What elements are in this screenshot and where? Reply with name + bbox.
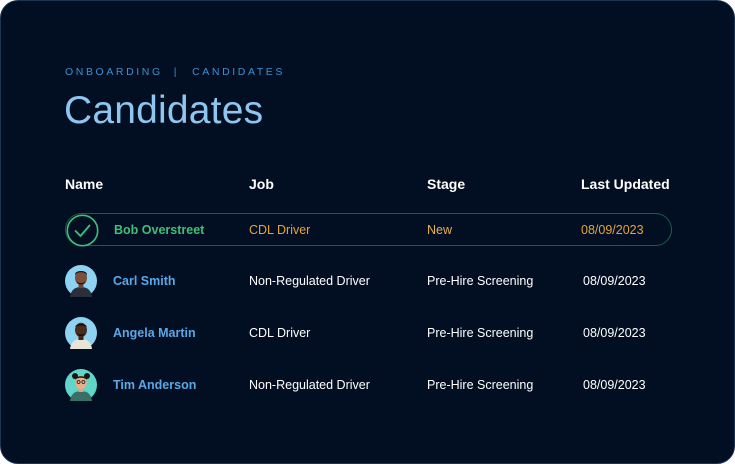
candidate-stage: New [427, 222, 453, 237]
candidate-last-updated: 08/09/2023 [583, 326, 646, 340]
check-circle-icon [66, 214, 99, 247]
breadcrumb-candidates[interactable]: CANDIDATES [192, 66, 285, 78]
candidate-name[interactable]: Angela Martin [113, 316, 196, 350]
candidate-job: Non-Regulated Driver [249, 274, 370, 288]
breadcrumb-onboarding[interactable]: ONBOARDING [65, 66, 163, 78]
candidates-panel: ONBOARDING | CANDIDATES Candidates Name … [0, 0, 735, 464]
table-row[interactable]: Angela Martin CDL Driver Pre-Hire Screen… [65, 316, 672, 350]
table-row[interactable]: Carl Smith Non-Regulated Driver Pre-Hire… [65, 264, 672, 298]
column-header-stage[interactable]: Stage [427, 176, 465, 192]
column-header-name[interactable]: Name [65, 176, 103, 192]
candidate-job: Non-Regulated Driver [249, 378, 370, 392]
column-header-last-updated[interactable]: Last Updated [581, 176, 670, 192]
breadcrumb: ONBOARDING | CANDIDATES [65, 66, 285, 78]
avatar [65, 369, 97, 401]
avatar [65, 265, 97, 297]
page-title: Candidates [64, 89, 264, 132]
avatar [65, 317, 97, 349]
candidate-last-updated: 08/09/2023 [583, 274, 646, 288]
candidate-last-updated: 08/09/2023 [583, 378, 646, 392]
candidate-name[interactable]: Tim Anderson [113, 368, 196, 402]
breadcrumb-separator: | [173, 66, 180, 78]
candidate-name[interactable]: Carl Smith [113, 264, 176, 298]
candidate-last-updated: 08/09/2023 [581, 222, 644, 237]
candidate-stage: Pre-Hire Screening [427, 274, 534, 288]
column-header-job[interactable]: Job [249, 176, 274, 192]
candidate-stage: Pre-Hire Screening [427, 378, 534, 392]
candidate-name[interactable]: Bob Overstreet [114, 214, 204, 245]
candidate-stage: Pre-Hire Screening [427, 326, 534, 340]
candidate-job: CDL Driver [249, 222, 311, 237]
table-row[interactable]: Tim Anderson Non-Regulated Driver Pre-Hi… [65, 368, 672, 402]
table-row-selected[interactable]: Bob Overstreet CDL Driver New 08/09/2023 [65, 213, 672, 247]
candidate-job: CDL Driver [249, 326, 311, 340]
